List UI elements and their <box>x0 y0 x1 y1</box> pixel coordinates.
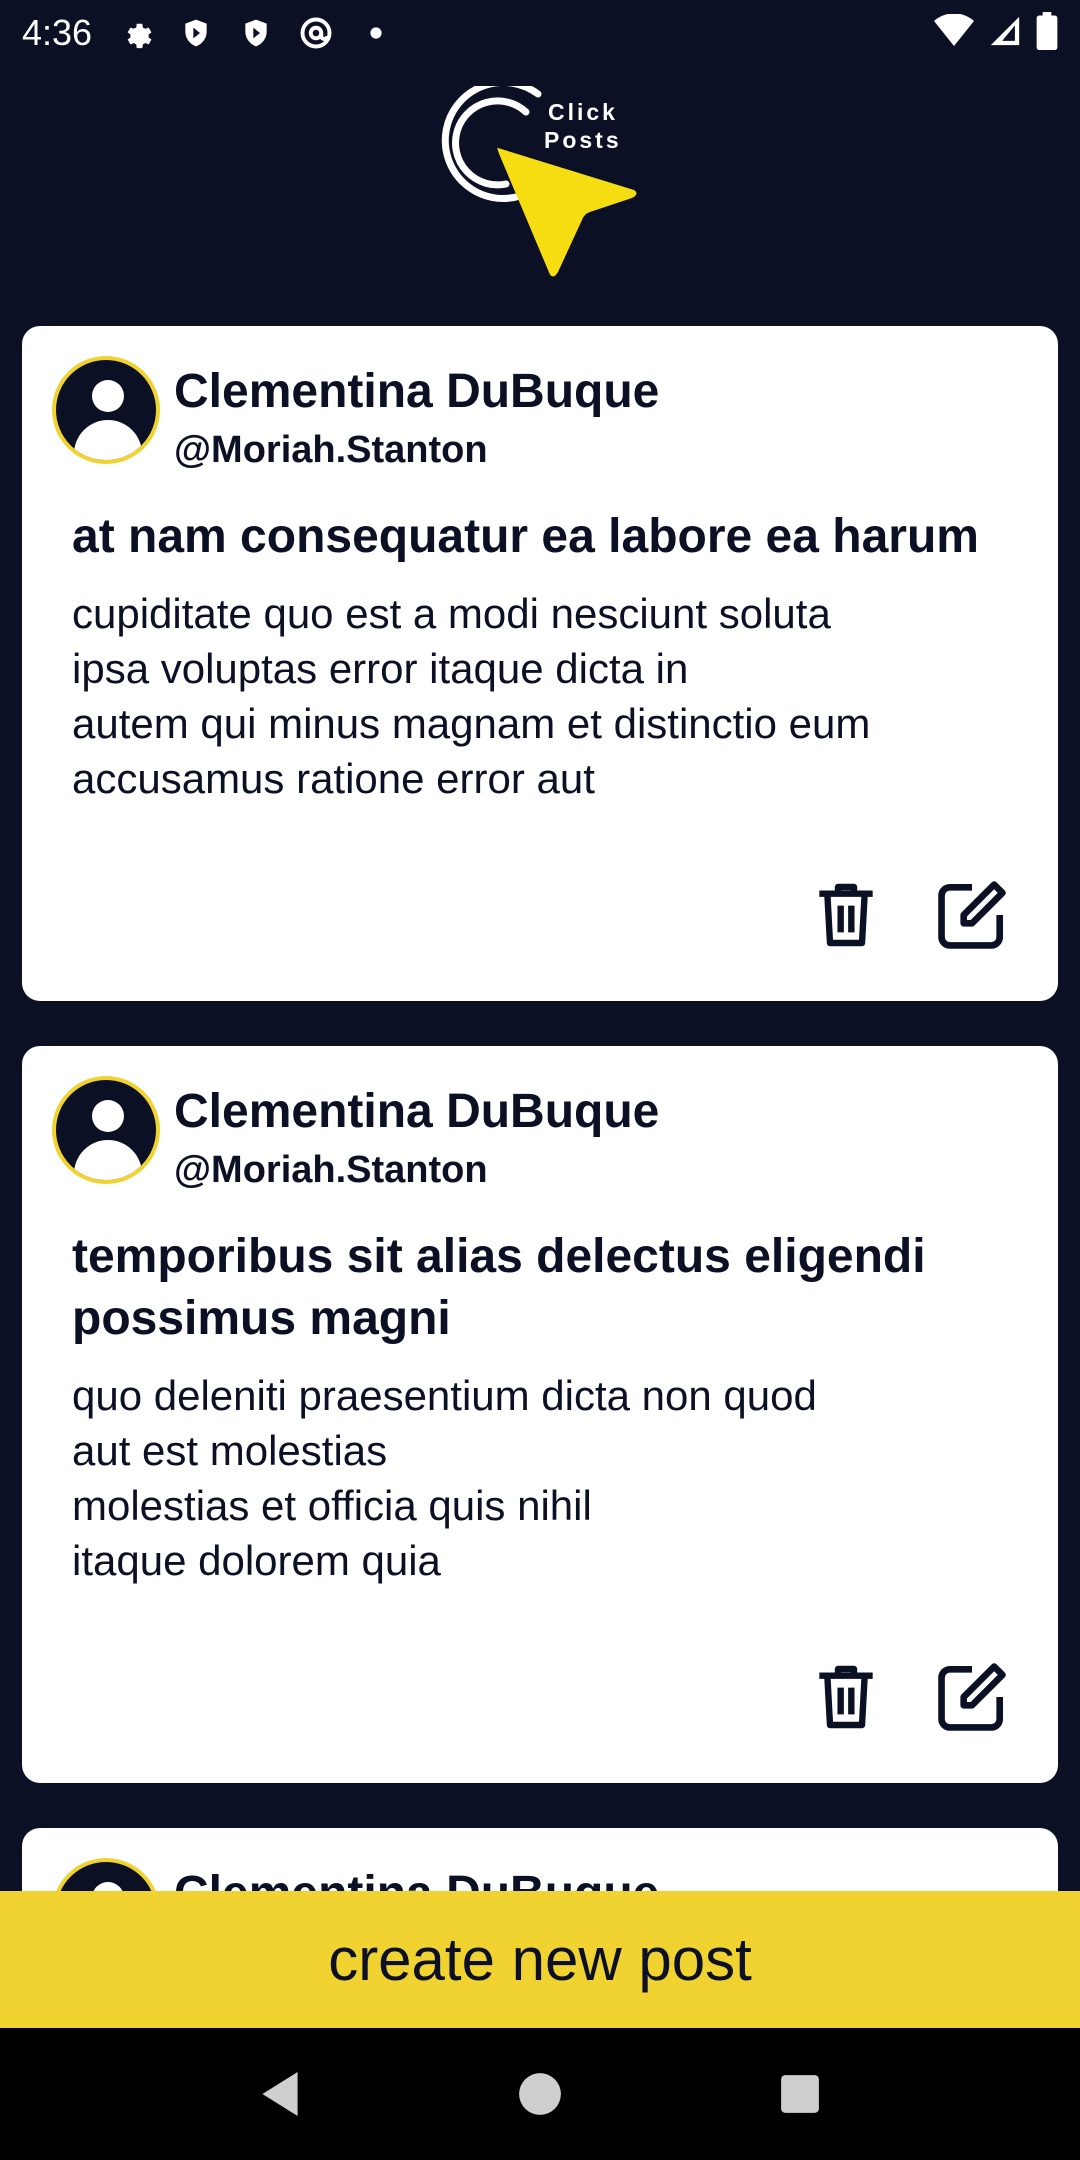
edit-button[interactable] <box>934 1659 1010 1735</box>
author-handle: @Moriah.Stanton <box>174 1149 488 1191</box>
trash-icon <box>819 1665 873 1729</box>
trash-icon <box>819 883 873 947</box>
post-title: at nam consequatur ea labore ea harum <box>72 510 979 563</box>
back-button[interactable] <box>240 2054 320 2134</box>
post-actions <box>808 877 1010 953</box>
post-actions <box>808 1659 1010 1735</box>
edit-button[interactable] <box>934 877 1010 953</box>
shield-icon <box>236 13 276 53</box>
recents-button[interactable] <box>760 2054 840 2134</box>
post-body: cupiditate quo est a modi nesciunt solut… <box>72 590 871 802</box>
status-time: 4:36 <box>22 12 93 53</box>
system-nav-bar <box>0 2028 1080 2160</box>
home-button[interactable] <box>500 2054 580 2134</box>
home-circle-icon <box>519 2073 561 2115</box>
logo-text-line1: Click <box>548 99 618 125</box>
recents-square-icon <box>781 2075 819 2113</box>
create-post-button[interactable]: create new post <box>0 1891 1080 2028</box>
delete-button[interactable] <box>808 1659 884 1735</box>
app-logo: Click Posts <box>440 86 640 286</box>
at-sign-icon <box>296 13 336 53</box>
post-header: Clementina DuBuque <box>52 1858 1022 1891</box>
post-card[interactable]: Clementina DuBuque <box>22 1828 1058 1891</box>
author-handle: @Moriah.Stanton <box>174 429 488 471</box>
edit-icon <box>938 1663 1006 1731</box>
user-icon <box>92 1882 124 1891</box>
user-icon <box>92 1100 124 1132</box>
avatar <box>52 1858 160 1891</box>
posts-feed[interactable]: Clementina DuBuque @Moriah.Stanton at na… <box>22 326 1058 1891</box>
post-header: Clementina DuBuque @Moriah.Stanton <box>52 1076 1022 1198</box>
post-card[interactable]: Clementina DuBuque @Moriah.Stanton tempo… <box>22 1046 1058 1783</box>
avatar <box>52 356 160 464</box>
author-name: Clementina DuBuque <box>174 1085 660 1138</box>
gear-icon <box>116 13 156 53</box>
user-icon <box>92 380 124 412</box>
post-title: temporibus sit alias delectus eligendi p… <box>72 1230 926 1345</box>
logo-text-line2: Posts <box>544 127 622 153</box>
wifi-icon <box>934 12 974 53</box>
avatar <box>52 1076 160 1184</box>
post-body: quo deleniti praesentium dicta non quod … <box>72 1372 817 1584</box>
post-card[interactable]: Clementina DuBuque @Moriah.Stanton at na… <box>22 326 1058 1001</box>
post-header: Clementina DuBuque @Moriah.Stanton <box>52 356 1022 478</box>
battery-icon <box>1036 11 1058 55</box>
back-triangle-icon <box>262 2072 298 2116</box>
edit-icon <box>938 881 1006 949</box>
dot-icon <box>356 13 396 53</box>
author-name: Clementina DuBuque <box>174 365 660 418</box>
signal-icon <box>988 14 1022 53</box>
delete-button[interactable] <box>808 877 884 953</box>
author-name: Clementina DuBuque <box>174 1864 659 1891</box>
shield-icon <box>176 13 216 53</box>
status-bar: 4:36 <box>0 0 1080 66</box>
